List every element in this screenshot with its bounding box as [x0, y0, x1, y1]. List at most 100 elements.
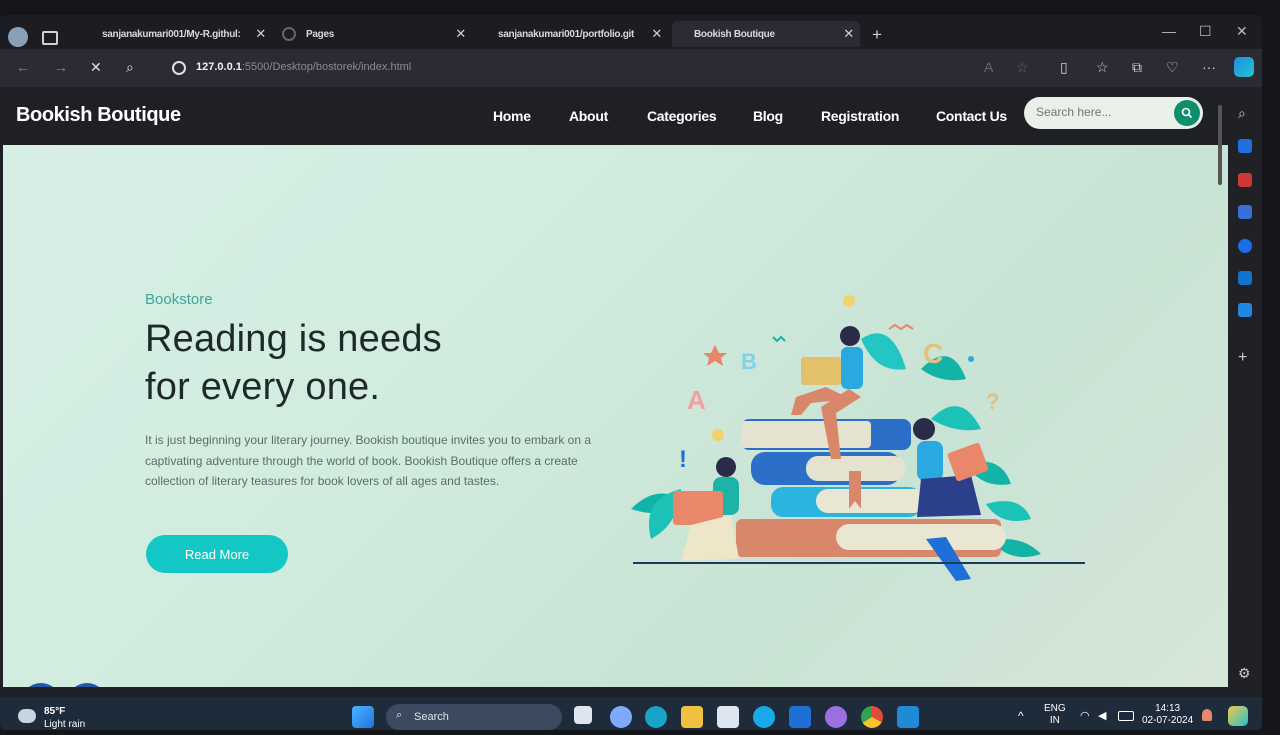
- notification-bell-icon[interactable]: [1202, 709, 1212, 721]
- search-button[interactable]: [1174, 100, 1200, 126]
- browser-tab-strip: sanjanakumari001/My-R.githul: ✕ Pages ✕ …: [0, 15, 1262, 49]
- sidebar-tools-icon[interactable]: [1238, 173, 1252, 187]
- stop-loading-icon[interactable]: ✕: [90, 59, 102, 76]
- url-path: :5500/Desktop/bostorek/index.html: [241, 61, 412, 73]
- close-icon[interactable]: ✕: [651, 26, 662, 42]
- windows-taskbar: 85°F Light rain ⌕ Search ^ ENG IN ◠ ◀ 14…: [0, 697, 1262, 730]
- read-more-button[interactable]: Read More: [146, 535, 288, 573]
- profile-avatar-icon[interactable]: [8, 27, 28, 47]
- sidebar-settings-icon[interactable]: ⚙: [1238, 665, 1251, 682]
- hero-title-line-1: Reading is needs: [145, 318, 442, 360]
- read-aloud-icon[interactable]: A: [984, 59, 993, 75]
- hero-description: It is just beginning your literary journ…: [145, 433, 592, 488]
- chrome-icon[interactable]: [861, 706, 883, 728]
- nav-categories[interactable]: Categories: [647, 108, 717, 124]
- minimize-icon[interactable]: —: [1162, 23, 1176, 39]
- loading-icon: [282, 27, 296, 41]
- favorites-icon[interactable]: ☆: [1096, 59, 1109, 76]
- task-view-icon[interactable]: [574, 706, 592, 724]
- edge-sidebar: ⌕ + ⚙: [1228, 87, 1262, 697]
- volume-icon[interactable]: ◀: [1098, 709, 1106, 722]
- tab-pages[interactable]: Pages ✕: [276, 21, 472, 47]
- floating-button-left[interactable]: [21, 683, 61, 687]
- weather-widget[interactable]: 85°F Light rain: [44, 705, 85, 730]
- sidebar-shopping-icon[interactable]: [1238, 139, 1252, 153]
- lang-bottom: IN: [1049, 715, 1060, 726]
- site-logo[interactable]: Bookish Boutique: [16, 104, 181, 127]
- hero-eyebrow: Bookstore: [145, 291, 213, 308]
- tab-my-r-github[interactable]: sanjanakumari001/My-R.githul: ✕: [96, 21, 272, 47]
- sidebar-outlook-icon[interactable]: [1238, 271, 1252, 285]
- weather-icon[interactable]: [18, 709, 36, 723]
- copilot-taskbar-icon[interactable]: [1228, 706, 1248, 726]
- hero-title-line-2: for every one.: [145, 366, 381, 408]
- monitor-screen: sanjanakumari001/My-R.githul: ✕ Pages ✕ …: [0, 15, 1262, 730]
- close-icon[interactable]: ✕: [255, 26, 266, 42]
- wifi-icon[interactable]: ◠: [1080, 709, 1090, 722]
- page-scrollbar[interactable]: [1218, 105, 1222, 185]
- sidebar-games-icon[interactable]: [1238, 205, 1252, 219]
- search-icon[interactable]: ⌕: [126, 59, 134, 76]
- browser-essentials-icon[interactable]: ♡: [1166, 59, 1179, 76]
- weather-desc: Light rain: [44, 719, 86, 730]
- sidebar-add-icon[interactable]: +: [1238, 349, 1247, 367]
- search-icon: [1181, 107, 1193, 119]
- exclamation-mark: !: [679, 446, 687, 473]
- address-bar[interactable]: 127.0.0.1:5500/Desktop/bostorek/index.ht…: [196, 61, 411, 73]
- nav-blog[interactable]: Blog: [753, 108, 783, 124]
- new-tab-icon[interactable]: +: [872, 25, 882, 45]
- site-info-icon[interactable]: [172, 61, 186, 75]
- edge-icon[interactable]: [645, 706, 667, 728]
- l-app-icon[interactable]: [789, 706, 811, 728]
- vscode-icon[interactable]: [897, 706, 919, 728]
- back-arrow-icon[interactable]: ←: [16, 59, 30, 75]
- maximize-icon[interactable]: ☐: [1199, 23, 1212, 40]
- tab-bookish-boutique[interactable]: Bookish Boutique ✕: [672, 21, 860, 47]
- letter-a: A: [687, 385, 706, 415]
- taskbar-search[interactable]: ⌕ Search: [386, 704, 562, 730]
- webpage-viewport: Bookish Boutique Home About Categories B…: [3, 87, 1228, 687]
- favorite-star-icon[interactable]: ☆: [1016, 59, 1029, 76]
- cortana-icon[interactable]: [753, 706, 775, 728]
- close-icon[interactable]: ✕: [455, 26, 466, 42]
- windows-start-icon[interactable]: [352, 706, 374, 728]
- close-icon[interactable]: ✕: [843, 26, 854, 42]
- clock-time: 14:13: [1155, 703, 1181, 714]
- copilot-icon[interactable]: [1234, 57, 1254, 77]
- browser-toolbar: ← → ✕ ⌕ 127.0.0.1:5500/Desktop/bostorek/…: [0, 49, 1262, 87]
- lang-top: ENG: [1044, 703, 1066, 714]
- search-input[interactable]: [1034, 104, 1168, 120]
- language-indicator[interactable]: ENG IN: [1044, 703, 1066, 727]
- sidebar-send-icon[interactable]: [1238, 303, 1252, 317]
- file-explorer-icon[interactable]: [681, 706, 703, 728]
- more-options-icon[interactable]: ···: [1202, 59, 1216, 75]
- nav-registration[interactable]: Registration: [821, 108, 899, 124]
- tab-label: sanjanakumari001/My-R.githul:: [102, 28, 241, 40]
- battery-icon[interactable]: [1118, 711, 1134, 721]
- tab-label: Pages: [306, 28, 334, 40]
- chat-icon[interactable]: [610, 706, 632, 728]
- tab-label: sanjanakumari001/portfolio.git: [498, 28, 635, 40]
- store-icon[interactable]: [717, 706, 739, 728]
- nav-contact-us[interactable]: Contact Us: [936, 108, 1007, 124]
- clock[interactable]: 14:13 02-07-2024: [1142, 703, 1193, 727]
- site-search: [1024, 97, 1203, 129]
- nav-about[interactable]: About: [569, 108, 608, 124]
- floating-button-right[interactable]: [67, 683, 107, 687]
- forward-arrow-icon[interactable]: →: [54, 59, 68, 75]
- split-screen-icon[interactable]: ▯: [1060, 59, 1068, 76]
- weather-temp: 85°F: [44, 706, 66, 717]
- hero-title: Reading is needs for every one.: [145, 315, 442, 411]
- collections-icon[interactable]: ⧉: [1132, 59, 1142, 76]
- tab-actions-icon[interactable]: [42, 31, 58, 45]
- search-icon: ⌕: [396, 709, 403, 721]
- github-icon[interactable]: [825, 706, 847, 728]
- reading-illustration: A B C ? !: [631, 295, 1085, 581]
- tab-portfolio-github[interactable]: sanjanakumari001/portfolio.git ✕: [492, 21, 668, 47]
- sidebar-m365-icon[interactable]: [1238, 239, 1252, 253]
- sidebar-search-icon[interactable]: ⌕: [1238, 105, 1246, 122]
- window-close-icon[interactable]: ✕: [1236, 23, 1248, 40]
- show-hidden-icons[interactable]: ^: [1018, 709, 1024, 723]
- clock-date: 02-07-2024: [1142, 715, 1194, 726]
- nav-home[interactable]: Home: [493, 108, 531, 124]
